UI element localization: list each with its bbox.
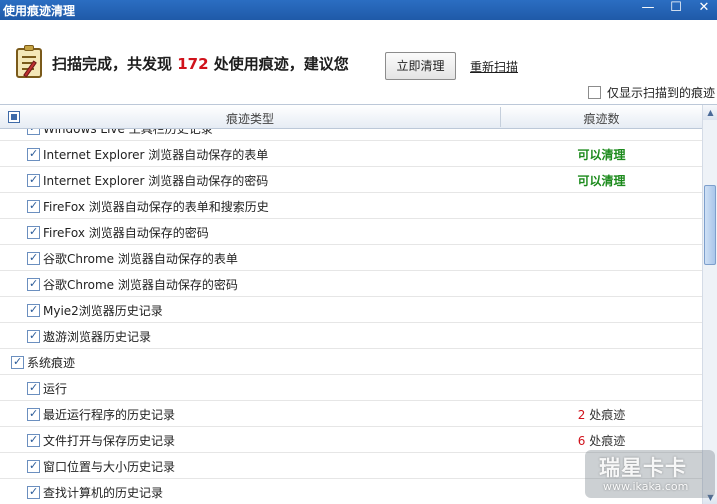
checkbox-box[interactable] — [588, 86, 601, 99]
item-checkbox[interactable] — [27, 147, 40, 161]
scan-summary-panel: 扫描完成，共发现 172 处使用痕迹，建议您 立即清理 重新扫描 仅显示扫描到的… — [0, 20, 717, 104]
column-header-type[interactable]: 痕迹类型 — [0, 110, 500, 127]
trace-rows: Windows Live 工具栏历史记录Internet Explorer 浏览… — [0, 125, 702, 504]
trace-item-row[interactable]: Internet Explorer 浏览器自动保存的密码 可以清理 — [0, 167, 702, 193]
column-header-count[interactable]: 痕迹数 — [501, 110, 702, 127]
item-count-cell: 6 处痕迹 — [501, 432, 702, 449]
result-prefix: 扫描完成，共发现 — [52, 55, 178, 73]
list-header: 痕迹类型 痕迹数 — [0, 105, 702, 129]
item-checkbox[interactable] — [27, 225, 40, 239]
item-checkbox[interactable] — [27, 381, 40, 395]
item-label: 运行 — [43, 382, 68, 396]
select-all-checkbox[interactable] — [8, 111, 20, 123]
item-label: Myie2浏览器历史记录 — [43, 304, 163, 318]
item-checkbox[interactable] — [27, 251, 40, 265]
item-label: 最近运行程序的历史记录 — [43, 408, 176, 422]
vertical-scrollbar[interactable]: ▲ ▼ — [702, 105, 717, 504]
item-checkbox[interactable] — [27, 199, 40, 213]
watermark-brand: 瑞星卡卡 — [599, 456, 687, 480]
category-row[interactable]: 系统痕迹 — [0, 349, 702, 375]
filter-label: 仅显示扫描到的痕迹 — [607, 86, 716, 100]
trace-count-value: 2 — [577, 408, 586, 422]
item-label: FireFox 浏览器自动保存的表单和搜索历史 — [43, 200, 269, 214]
trace-item-row[interactable]: Internet Explorer 浏览器自动保存的表单 可以清理 — [0, 141, 702, 167]
item-label: 系统痕迹 — [27, 356, 76, 370]
can-clean-status: 可以清理 — [577, 148, 626, 162]
watermark-url: www.ikaka.com — [603, 480, 689, 493]
trace-count: 172 — [177, 55, 209, 73]
item-label: 遨游浏览器历史记录 — [43, 330, 152, 344]
item-count-cell: 可以清理 — [501, 172, 702, 189]
clipboard-pen-icon — [16, 45, 42, 78]
rescan-link[interactable]: 重新扫描 — [470, 58, 518, 75]
item-label: 文件打开与保存历史记录 — [43, 434, 176, 448]
minimize-button[interactable]: — — [636, 0, 660, 18]
item-label: 谷歌Chrome 浏览器自动保存的密码 — [43, 278, 238, 292]
item-checkbox[interactable] — [27, 277, 40, 291]
item-checkbox[interactable] — [27, 303, 40, 317]
item-count-cell: 可以清理 — [501, 146, 702, 163]
trace-count-unit: 处痕迹 — [589, 408, 626, 422]
can-clean-status: 可以清理 — [577, 174, 626, 188]
scroll-thumb[interactable] — [704, 185, 716, 265]
item-label: 窗口位置与大小历史记录 — [43, 460, 176, 474]
trace-item-row[interactable]: 谷歌Chrome 浏览器自动保存的表单 — [0, 245, 702, 271]
trace-count-unit: 处痕迹 — [589, 434, 626, 448]
item-checkbox[interactable] — [27, 433, 40, 447]
item-label: 查找计算机的历史记录 — [43, 486, 164, 500]
item-checkbox[interactable] — [27, 485, 40, 499]
trace-item-row[interactable]: 运行 — [0, 375, 702, 401]
item-checkbox[interactable] — [27, 173, 40, 187]
trace-item-row[interactable]: 最近运行程序的历史记录 2 处痕迹 — [0, 401, 702, 427]
trace-item-row[interactable]: FireFox 浏览器自动保存的密码 — [0, 219, 702, 245]
ikaka-watermark: 瑞星卡卡 www.ikaka.com — [585, 450, 715, 498]
scan-result-text: 扫描完成，共发现 172 处使用痕迹，建议您 — [52, 53, 349, 74]
close-button[interactable]: ✕ — [692, 0, 716, 18]
item-count-cell: 2 处痕迹 — [501, 406, 702, 423]
clean-now-button[interactable]: 立即清理 — [385, 52, 456, 80]
window-title: 使用痕迹清理 — [3, 4, 76, 18]
item-label: Internet Explorer 浏览器自动保存的表单 — [43, 148, 269, 162]
trace-item-row[interactable]: Myie2浏览器历史记录 — [0, 297, 702, 323]
maximize-button[interactable]: ☐ — [664, 0, 688, 18]
item-checkbox[interactable] — [27, 459, 40, 473]
result-suffix: 处使用痕迹，建议您 — [208, 55, 349, 73]
item-checkbox[interactable] — [27, 329, 40, 343]
item-label: Internet Explorer 浏览器自动保存的密码 — [43, 174, 269, 188]
trace-list: Windows Live 工具栏历史记录Internet Explorer 浏览… — [0, 104, 717, 504]
item-label: 谷歌Chrome 浏览器自动保存的表单 — [43, 252, 238, 266]
trace-item-row[interactable]: 遨游浏览器历史记录 — [0, 323, 702, 349]
trace-item-row[interactable]: FireFox 浏览器自动保存的表单和搜索历史 — [0, 193, 702, 219]
scroll-up-arrow-icon[interactable]: ▲ — [703, 105, 717, 120]
item-label: FireFox 浏览器自动保存的密码 — [43, 226, 209, 240]
item-checkbox[interactable] — [11, 355, 24, 369]
trace-item-row[interactable]: 谷歌Chrome 浏览器自动保存的密码 — [0, 271, 702, 297]
trace-count-value: 6 — [577, 434, 586, 448]
show-found-only-checkbox[interactable]: 仅显示扫描到的痕迹 — [588, 84, 715, 101]
item-checkbox[interactable] — [27, 407, 40, 421]
title-bar: 使用痕迹清理 — ☐ ✕ — [0, 0, 717, 20]
